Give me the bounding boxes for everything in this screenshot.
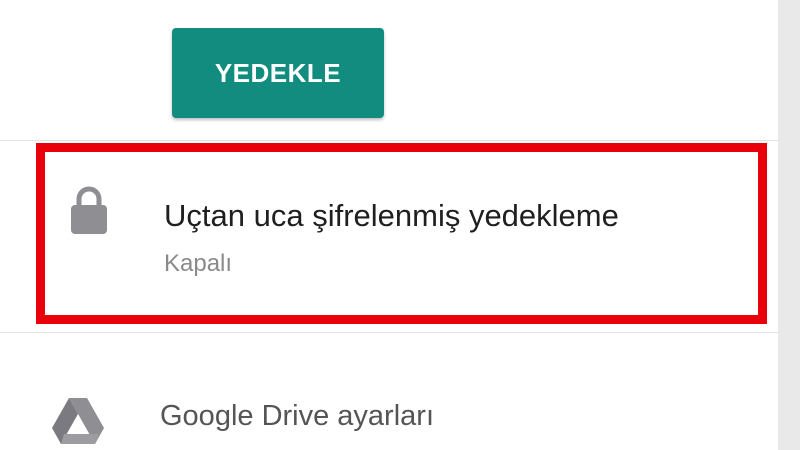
e2e-backup-status: Kapalı [164, 250, 233, 277]
end-to-end-encrypted-backup-item[interactable]: Uçtan uca şifrelenmiş yedekleme Kapalı [36, 143, 767, 324]
google-drive-settings-label: Google Drive ayarları [160, 400, 434, 432]
backup-settings-screen: YEDEKLE Uçtan uca şifrelenmiş yedekleme … [0, 0, 800, 450]
lock-icon [71, 186, 107, 234]
e2e-backup-title: Uçtan uca şifrelenmiş yedekleme [164, 198, 619, 233]
google-drive-icon [52, 398, 104, 444]
divider [0, 332, 778, 333]
backup-button-label: YEDEKLE [214, 57, 342, 88]
scrollbar-track [778, 0, 800, 450]
backup-button[interactable]: YEDEKLE [172, 28, 384, 118]
divider [0, 140, 778, 141]
google-drive-settings-item[interactable]: Google Drive ayarları [0, 360, 778, 450]
